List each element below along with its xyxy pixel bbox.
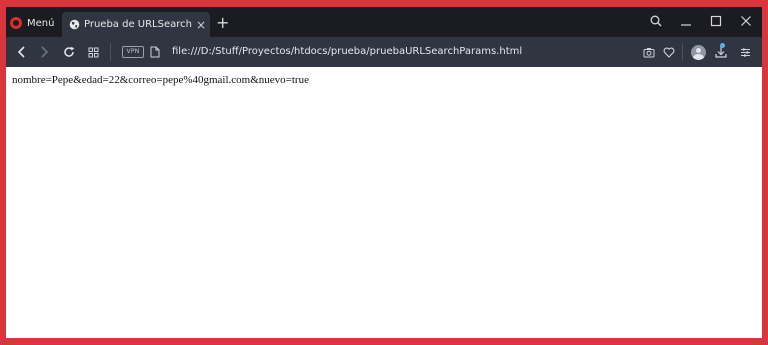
output-text: nombre=Pepe&edad=22&correo=pepe%40gmail.…: [12, 74, 309, 86]
tabs-grid-icon[interactable]: [83, 37, 103, 67]
page-content: nombre=Pepe&edad=22&correo=pepe%40gmail.…: [6, 67, 762, 338]
settings-sliders-icon[interactable]: [736, 37, 754, 67]
tab-title: Prueba de URLSearchParams: [84, 19, 192, 30]
download-icon[interactable]: [712, 37, 730, 67]
toolbar-divider: [110, 43, 111, 61]
plus-icon[interactable]: +: [216, 13, 229, 33]
address-bar: VPN file:///D:/Stuff/Proyectos/htdocs/pr…: [6, 37, 762, 67]
tab-active[interactable]: Prueba de URLSearchParams ×: [62, 12, 210, 37]
forward-icon[interactable]: [34, 37, 54, 67]
tab-bar: Menú Prueba de URLSearchParams × +: [6, 7, 762, 37]
minimize-icon[interactable]: [672, 7, 700, 35]
browser-window: Menú Prueba de URLSearchParams × +: [6, 7, 762, 338]
maximize-icon[interactable]: [702, 7, 730, 35]
vpn-label: VPN: [122, 46, 144, 58]
window-close-icon[interactable]: [732, 7, 760, 35]
opera-logo-icon: [10, 17, 22, 29]
heart-icon[interactable]: [660, 37, 678, 67]
camera-icon[interactable]: [640, 37, 658, 67]
reload-icon[interactable]: [59, 37, 79, 67]
close-icon[interactable]: ×: [196, 18, 206, 32]
menu-button[interactable]: Menú: [10, 12, 62, 34]
back-icon[interactable]: [12, 37, 32, 67]
menu-label: Menú: [27, 17, 55, 29]
url-field[interactable]: file:///D:/Stuff/Proyectos/htdocs/prueba…: [172, 37, 522, 67]
search-icon[interactable]: [642, 7, 670, 35]
toolbar-divider: [682, 43, 683, 61]
avatar: [690, 44, 706, 60]
file-icon: [148, 37, 162, 67]
vpn-button[interactable]: VPN: [120, 37, 146, 67]
download-badge: [720, 43, 725, 48]
avatar-icon[interactable]: [688, 37, 708, 67]
globe-icon: [69, 19, 80, 30]
